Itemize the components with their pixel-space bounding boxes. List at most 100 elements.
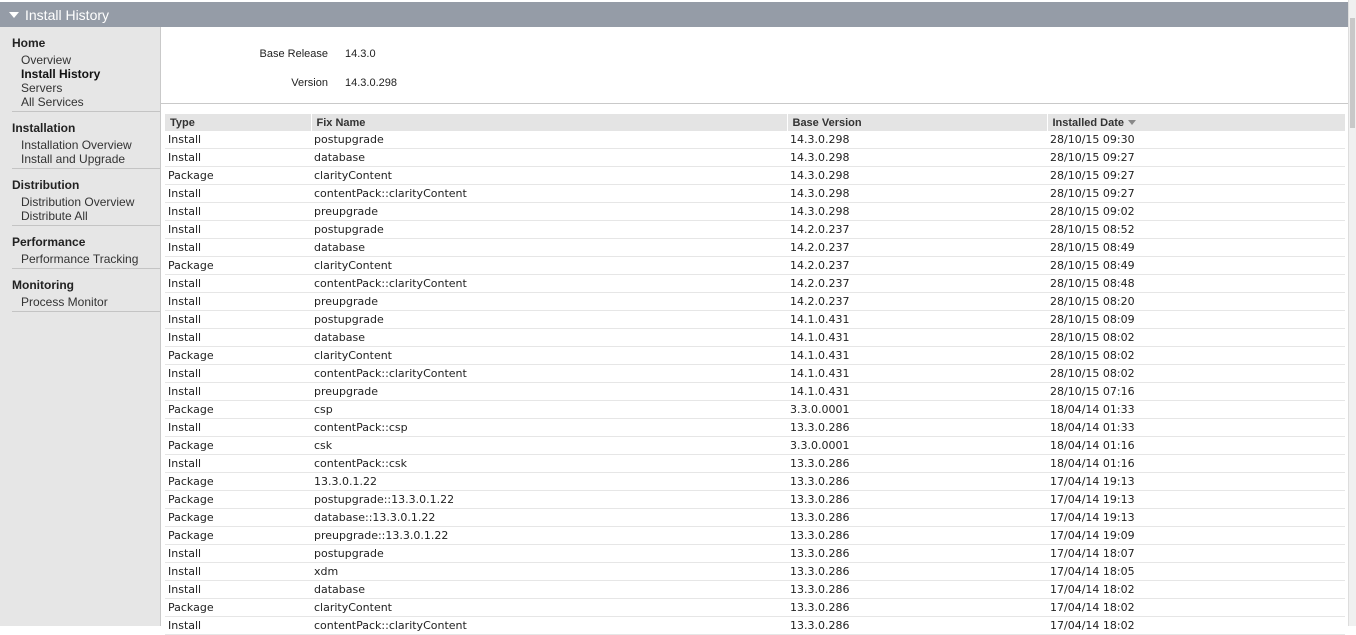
cell-fix-name: contentPack::csk	[311, 454, 787, 473]
table-row[interactable]: Install xdm 13.3.0.286 17/04/14 18:05	[165, 562, 1345, 581]
table-row[interactable]: Package csk 3.3.0.0001 18/04/14 01:16	[165, 436, 1345, 455]
cell-type: Install	[165, 292, 311, 311]
cell-base-version: 13.3.0.286	[787, 490, 1047, 509]
cell-installed-date: 28/10/15 08:02	[1047, 328, 1345, 347]
sidebar-item-overview[interactable]: Overview	[12, 53, 160, 67]
cell-base-version: 14.3.0.298	[787, 148, 1047, 167]
cell-base-version: 14.2.0.237	[787, 292, 1047, 311]
table-row[interactable]: Install postupgrade 13.3.0.286 17/04/14 18:…	[165, 544, 1345, 563]
table-row[interactable]: Install contentPack::clarityContent 14.2.0…	[165, 274, 1345, 293]
table-row[interactable]: Install contentPack::csk 13.3.0.286 18/04/1…	[165, 454, 1345, 473]
table-row[interactable]: Install preupgrade 14.1.0.431 28/10/15 07:1…	[165, 382, 1345, 401]
cell-type: Package	[165, 490, 311, 509]
cell-type: Install	[165, 364, 311, 383]
sidebar-section-installation: Installation Installation Overview Install…	[12, 112, 160, 169]
cell-installed-date: 28/10/15 08:02	[1047, 346, 1345, 365]
cell-type: Install	[165, 184, 311, 203]
table-row[interactable]: Package clarityContent 14.3.0.298 28/10/15 …	[165, 166, 1345, 185]
table-row[interactable]: Install postupgrade 14.3.0.298 28/10/15 09:…	[165, 131, 1345, 149]
sidebar-item-install-history[interactable]: Install History	[12, 67, 160, 81]
cell-installed-date: 17/04/14 19:09	[1047, 526, 1345, 545]
cell-type: Package	[165, 598, 311, 617]
sidebar-item-servers[interactable]: Servers	[12, 81, 160, 95]
table-row[interactable]: Install postupgrade 14.1.0.431 28/10/15 08:…	[165, 310, 1345, 329]
cell-installed-date: 17/04/14 19:13	[1047, 508, 1345, 527]
cell-fix-name: xdm	[311, 562, 787, 581]
sidebar-section-title: Monitoring	[12, 278, 74, 292]
sidebar-item-installation-overview[interactable]: Installation Overview	[12, 138, 160, 152]
table-row[interactable]: Install preupgrade 14.2.0.237 28/10/15 08:2…	[165, 292, 1345, 311]
release-summary: Base Release 14.3.0 Version 14.3.0.298	[161, 27, 1348, 104]
table-row[interactable]: Package database::13.3.0.1.22 13.3.0.286 17…	[165, 508, 1345, 527]
cell-base-version: 13.3.0.286	[787, 580, 1047, 599]
column-header-label: Fix Name	[316, 116, 366, 129]
cell-installed-date: 17/04/14 18:07	[1047, 544, 1345, 563]
version-value: 14.3.0.298	[345, 77, 397, 89]
cell-type: Install	[165, 274, 311, 293]
cell-fix-name: contentPack::csp	[311, 418, 787, 437]
table-row[interactable]: Install database 14.1.0.431 28/10/15 08:02	[165, 328, 1345, 347]
cell-base-version: 14.1.0.431	[787, 310, 1047, 329]
table-row[interactable]: Package 13.3.0.1.22 13.3.0.286 17/04/14 19:…	[165, 472, 1345, 491]
cell-installed-date: 17/04/14 19:13	[1047, 472, 1345, 491]
table-row[interactable]: Install database 14.3.0.298 28/10/15 09:27	[165, 148, 1345, 167]
cell-fix-name: clarityContent	[311, 346, 787, 365]
cell-type: Install	[165, 418, 311, 437]
table-row[interactable]: Package clarityContent 14.2.0.237 28/10/15 …	[165, 256, 1345, 275]
cell-base-version: 14.2.0.237	[787, 256, 1047, 275]
cell-fix-name: contentPack::clarityContent	[311, 274, 787, 293]
sidebar-item-install-and-upgrade[interactable]: Install and Upgrade	[12, 152, 160, 166]
table-row[interactable]: Install database 14.2.0.237 28/10/15 08:49	[165, 238, 1345, 257]
cell-type: Package	[165, 400, 311, 419]
cell-base-version: 14.1.0.431	[787, 382, 1047, 401]
table-row[interactable]: Package csp 3.3.0.0001 18/04/14 01:33	[165, 400, 1345, 419]
scrollbar-thumb[interactable]	[1350, 18, 1355, 128]
cell-fix-name: preupgrade	[311, 382, 787, 401]
sidebar-item-all-services[interactable]: All Services	[12, 95, 160, 109]
cell-type: Package	[165, 256, 311, 275]
cell-base-version: 14.2.0.237	[787, 238, 1047, 257]
sidebar-item-distribute-all[interactable]: Distribute All	[12, 209, 160, 223]
cell-base-version: 3.3.0.0001	[787, 436, 1047, 455]
cell-type: Package	[165, 526, 311, 545]
table-body: Install postupgrade 14.3.0.298 28/10/15 09:…	[165, 131, 1345, 635]
cell-type: Install	[165, 328, 311, 347]
sort-descending-icon[interactable]	[1128, 120, 1137, 126]
table-row[interactable]: Package postupgrade::13.3.0.1.22 13.3.0.28…	[165, 490, 1345, 509]
table-row[interactable]: Package clarityContent 13.3.0.286 17/04/14 …	[165, 598, 1345, 617]
sidebar-item-distribution-overview[interactable]: Distribution Overview	[12, 195, 160, 209]
table-row[interactable]: Install postupgrade 14.2.0.237 28/10/15 08:…	[165, 220, 1345, 239]
sidebar-section-title: Installation	[12, 121, 76, 135]
table-row[interactable]: Install preupgrade 14.3.0.298 28/10/15 09:0…	[165, 202, 1345, 221]
table-row[interactable]: Install contentPack::clarityContent 14.1.0…	[165, 364, 1345, 383]
column-header-type[interactable]: Type	[165, 114, 312, 131]
cell-installed-date: 28/10/15 08:02	[1047, 364, 1345, 383]
column-header-installed-date[interactable]: Installed Date	[1047, 114, 1346, 131]
cell-base-version: 13.3.0.286	[787, 598, 1047, 617]
cell-base-version: 14.2.0.237	[787, 220, 1047, 239]
sidebar-item-process-monitor[interactable]: Process Monitor	[12, 295, 160, 309]
table-row[interactable]: Package preupgrade::13.3.0.1.22 13.3.0.286…	[165, 526, 1345, 545]
table-row[interactable]: Install contentPack::clarityContent 14.3.0…	[165, 184, 1345, 203]
cell-fix-name: postupgrade	[311, 131, 787, 149]
column-header-base-version[interactable]: Base Version	[787, 114, 1048, 131]
collapse-triangle-icon[interactable]	[9, 11, 19, 18]
cell-type: Install	[165, 580, 311, 599]
page-header[interactable]: Install History	[0, 2, 1348, 27]
sidebar-item-performance-tracking[interactable]: Performance Tracking	[12, 252, 160, 266]
cell-installed-date: 28/10/15 09:02	[1047, 202, 1345, 221]
cell-installed-date: 18/04/14 01:33	[1047, 418, 1345, 437]
cell-base-version: 13.3.0.286	[787, 472, 1047, 491]
cell-type: Package	[165, 508, 311, 527]
table-row[interactable]: Package clarityContent 14.1.0.431 28/10/15 …	[165, 346, 1345, 365]
cell-type: Install	[165, 202, 311, 221]
column-header-label: Base Version	[792, 116, 862, 129]
cell-installed-date: 18/04/14 01:16	[1047, 436, 1345, 455]
sidebar-section-title: Home	[12, 36, 46, 50]
cell-fix-name: database::13.3.0.1.22	[311, 508, 787, 527]
table-row[interactable]: Install database 13.3.0.286 17/04/14 18:02	[165, 580, 1345, 599]
cell-fix-name: preupgrade	[311, 202, 787, 221]
install-history-table: Type Fix Name Base Version Installed Date I…	[165, 114, 1346, 635]
table-row[interactable]: Install contentPack::csp 13.3.0.286 18/04/1…	[165, 418, 1345, 437]
column-header-fix-name[interactable]: Fix Name	[311, 114, 788, 131]
